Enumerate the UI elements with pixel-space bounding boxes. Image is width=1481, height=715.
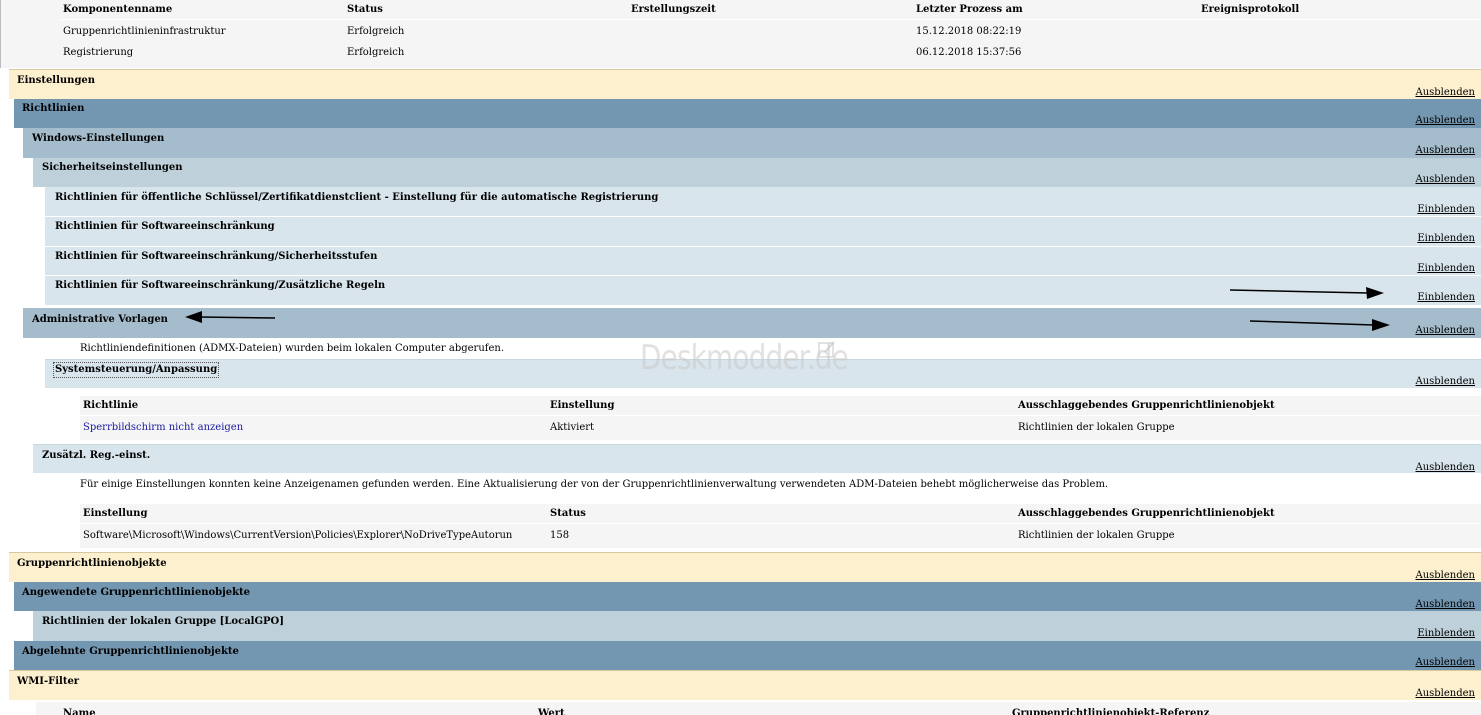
wmi-table: Name Wert Gruppenrichtlinienobjekt-Refer… (36, 702, 1481, 715)
show-link[interactable]: Einblenden (1417, 204, 1475, 216)
section-security-levels: Richtlinien für Softwareeinschränkung/Si… (45, 247, 1481, 276)
section-wmi-filter: WMI-Filter Ausblenden (9, 670, 1481, 700)
table-row: Software\Microsoft\Windows\CurrentVersio… (83, 530, 513, 541)
section-title: Richtlinien für Softwareeinschränkung/Si… (55, 251, 378, 262)
section-angewendete-gpo: Angewendete Gruppenrichtlinienobjekte Au… (14, 582, 1481, 611)
col-letzter-prozess: Letzter Prozess am (916, 4, 1023, 15)
show-link[interactable]: Einblenden (1417, 628, 1475, 640)
hide-link[interactable]: Ausblenden (1415, 325, 1475, 337)
col-einstellung: Einstellung (83, 508, 148, 519)
section-title: WMI-Filter (17, 676, 80, 687)
show-link[interactable]: Einblenden (1417, 292, 1475, 304)
section-software-restriction: Richtlinien für Softwareeinschränkung Ei… (45, 217, 1481, 247)
section-title: Einstellungen (17, 75, 96, 86)
header-divider (80, 523, 1481, 524)
pencil-icon (818, 341, 835, 358)
section-title: Gruppenrichtlinienobjekte (17, 558, 167, 569)
section-title: Administrative Vorlagen (32, 314, 168, 325)
section-abgelehnte-gpo: Abgelehnte Gruppenrichtlinienobjekte Aus… (14, 641, 1481, 670)
header-divider (60, 19, 1480, 20)
col-komponentenname: Komponentenname (63, 4, 173, 15)
col-name: Name (63, 708, 96, 715)
section-title: Richtlinien der lokalen Gruppe [LocalGPO… (42, 616, 284, 627)
section-einstellungen: Einstellungen Ausblenden (9, 69, 1481, 99)
table-row: Gruppenrichtlinieninfrastruktur (63, 26, 226, 37)
arrow-right-icon (1249, 319, 1390, 331)
section-title: Richtlinien (22, 103, 85, 114)
section-richtlinien: Richtlinien Ausblenden (14, 99, 1481, 128)
zusaetzl-info-text: Für einige Einstellungen konnten keine A… (80, 479, 1109, 490)
section-title: Abgelehnte Gruppenrichtlinienobjekte (22, 646, 239, 657)
section-title: Angewendete Gruppenrichtlinienobjekte (22, 587, 251, 598)
hide-link[interactable]: Ausblenden (1415, 462, 1475, 474)
col-ausschlaggebendes-gpo: Ausschlaggebendes Gruppenrichtlinienobje… (1018, 508, 1275, 519)
col-einstellung: Einstellung (550, 400, 615, 411)
hide-link[interactable]: Ausblenden (1415, 657, 1475, 669)
section-title: Richtlinien für öffentliche Schlüssel/Ze… (55, 192, 659, 203)
section-title: Zusätzl. Reg.-einst. (42, 450, 151, 461)
section-sicherheitseinstellungen: Sicherheitseinstellungen Ausblenden (33, 158, 1481, 187)
section-title: Windows-Einstellungen (32, 133, 165, 144)
hide-link[interactable]: Ausblenden (1415, 376, 1475, 388)
hide-link[interactable]: Ausblenden (1415, 599, 1475, 611)
col-ereignisprotokoll: Ereignisprotokoll (1201, 4, 1300, 15)
show-link[interactable]: Einblenden (1417, 263, 1475, 275)
table-row: 06.12.2018 15:37:56 (916, 47, 1022, 58)
col-ausschlaggebendes-gpo: Ausschlaggebendes Gruppenrichtlinienobje… (1018, 400, 1275, 411)
table-row: Erfolgreich (347, 47, 405, 58)
hide-link[interactable]: Ausblenden (1415, 570, 1475, 582)
col-erstellungszeit: Erstellungszeit (631, 4, 716, 15)
section-title: Richtlinien für Softwareeinschränkung/Zu… (55, 280, 386, 291)
table-row: 15.12.2018 08:22:19 (916, 26, 1022, 37)
table-row: Aktiviert (550, 422, 595, 433)
section-zusaetzl-reg: Zusätzl. Reg.-einst. Ausblenden (33, 444, 1481, 474)
table-row: Registrierung (63, 47, 134, 58)
admx-info-text: Richtliniendefinitionen (ADMX-Dateien) w… (80, 343, 505, 354)
header-divider (80, 415, 1481, 416)
table-row: Richtlinien der lokalen Gruppe (1018, 422, 1175, 433)
hide-link[interactable]: Ausblenden (1415, 87, 1475, 99)
section-gruppenrichtlinienobjekte: Gruppenrichtlinienobjekte Ausblenden (9, 552, 1481, 582)
col-status: Status (550, 508, 586, 519)
section-title-focused[interactable]: Systemsteuerung/Anpassung (52, 362, 220, 378)
col-richtlinie: Richtlinie (83, 400, 139, 411)
arrow-left-icon (185, 311, 276, 323)
policy-link-sperrbildschirm[interactable]: Sperrbildschirm nicht anzeigen (83, 421, 243, 435)
table-row: Richtlinien der lokalen Gruppe (1018, 530, 1175, 541)
table-row: 158 (550, 530, 570, 541)
section-public-key-policies: Richtlinien für öffentliche Schlüssel/Ze… (45, 187, 1481, 217)
table-row: Erfolgreich (347, 26, 405, 37)
hide-link[interactable]: Ausblenden (1415, 115, 1475, 127)
col-gpo-referenz: Gruppenrichtlinienobjekt-Referenz (1012, 708, 1210, 715)
col-status: Status (347, 4, 383, 15)
hide-link[interactable]: Ausblenden (1415, 145, 1475, 157)
section-lokale-gruppe: Richtlinien der lokalen Gruppe [LocalGPO… (33, 611, 1481, 641)
col-wert: Wert (538, 708, 565, 715)
section-windows-einstellungen: Windows-Einstellungen Ausblenden (23, 128, 1481, 158)
hide-link[interactable]: Ausblenden (1415, 688, 1475, 700)
watermark-logo: Deskmodder.de (640, 338, 849, 378)
show-link[interactable]: Einblenden (1417, 233, 1475, 245)
hide-link[interactable]: Ausblenden (1415, 174, 1475, 186)
section-title: Richtlinien für Softwareeinschränkung (55, 221, 275, 232)
section-title: Sicherheitseinstellungen (42, 162, 183, 173)
arrow-right-icon (1229, 287, 1384, 299)
